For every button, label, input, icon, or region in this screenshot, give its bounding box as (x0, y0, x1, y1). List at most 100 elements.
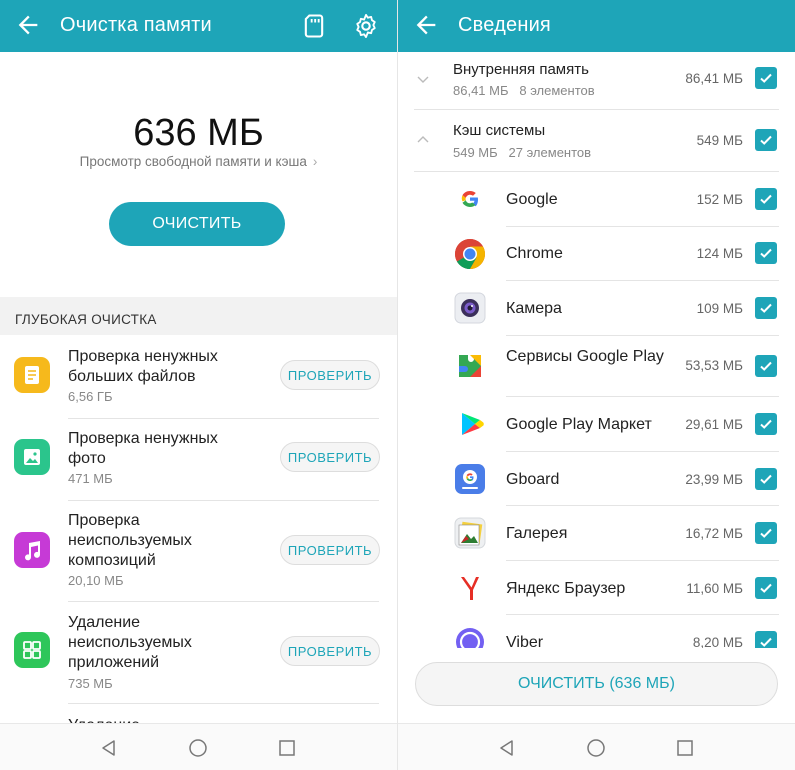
app-name: Сервисы Google Play (506, 348, 664, 365)
app-row-camera[interactable]: Камера 109 МБ (398, 281, 795, 335)
checkmark-icon (760, 528, 772, 538)
app-row-play-services[interactable]: Сервисы Google Play 53,53 МБ (398, 336, 795, 396)
app-size: 109 МБ (696, 301, 743, 316)
group-size: 86,41 МБ (685, 71, 743, 86)
chrome-icon (455, 238, 486, 269)
app-name: Google (506, 191, 558, 208)
app-row-google[interactable]: Google 152 МБ (398, 172, 795, 226)
nav-recents-icon[interactable] (277, 738, 297, 758)
app-name: Галерея (506, 525, 568, 542)
deep-clean-item-large-files[interactable]: Проверка ненужных больших файлов 6,56 ГБ… (0, 335, 397, 419)
item-size: 20,10 МБ (68, 573, 124, 588)
screen-title: Сведения (458, 14, 551, 36)
app-checkbox[interactable] (755, 468, 777, 490)
checkmark-icon (760, 248, 772, 258)
app-name: Chrome (506, 245, 563, 262)
item-size: 471 МБ (68, 471, 113, 486)
system-nav-bar (0, 723, 397, 770)
group-internal-storage[interactable]: Внутренняя память 86,41 МБ 8 элементов 8… (398, 52, 795, 112)
cleanable-size: 636 МБ (133, 112, 264, 154)
chevron-up-icon[interactable] (416, 133, 430, 147)
checkmark-icon (760, 194, 772, 204)
apps-icon (14, 632, 50, 668)
deep-clean-item-photos[interactable]: Проверка ненужных фото 471 МБ ПРОВЕРИТЬ (0, 419, 397, 501)
group-meta: 86,41 МБ 8 элементов (453, 83, 595, 98)
app-row-play-store[interactable]: Google Play Маркет 29,61 МБ (398, 397, 795, 451)
app-checkbox[interactable] (755, 297, 777, 319)
deep-clean-item-apps[interactable]: Удаление неиспользуемых приложений 735 М… (0, 602, 397, 704)
item-title: Удаление неиспользуемых приложений (68, 614, 192, 671)
app-name: Gboard (506, 471, 560, 488)
document-icon (14, 357, 50, 393)
item-title: Проверка неиспользуемых композиций (68, 512, 192, 569)
item-title: Проверка ненужных больших файлов (68, 348, 218, 385)
app-name: Google Play Маркет (506, 416, 652, 433)
storage-cleaner-screen: Очистка памяти 636 МБ Просмотр свободной… (0, 0, 397, 770)
app-size: 152 МБ (696, 192, 743, 207)
group-checkbox[interactable] (755, 67, 777, 89)
checkmark-icon (760, 361, 772, 371)
chevron-right-icon: › (312, 154, 318, 169)
app-size: 11,60 МБ (686, 581, 743, 596)
system-nav-bar (398, 723, 795, 770)
nav-back-icon[interactable] (99, 738, 119, 758)
app-checkbox[interactable] (755, 577, 777, 599)
app-checkbox[interactable] (755, 188, 777, 210)
app-size: 124 МБ (696, 246, 743, 261)
photo-icon (14, 439, 50, 475)
group-name: Кэш системы (453, 122, 546, 139)
nav-back-icon[interactable] (497, 738, 517, 758)
app-checkbox[interactable] (755, 355, 777, 377)
divider (414, 109, 779, 110)
app-bar: Сведения (398, 0, 795, 52)
screen-title: Очистка памяти (60, 14, 212, 36)
sd-card-icon[interactable] (300, 12, 328, 40)
check-button[interactable]: ПРОВЕРИТЬ (280, 442, 380, 472)
nav-home-icon[interactable] (586, 738, 606, 758)
view-storage-label: Просмотр свободной памяти и кэша (79, 154, 307, 169)
checkmark-icon (760, 474, 772, 484)
gallery-icon (454, 517, 486, 549)
app-bar: Очистка памяти (0, 0, 397, 52)
back-arrow-icon[interactable] (14, 11, 42, 39)
checkmark-icon (760, 303, 772, 313)
view-storage-link[interactable]: Просмотр свободной памяти и кэша › (0, 154, 397, 169)
app-row-gallery[interactable]: Галерея 16,72 МБ (398, 506, 795, 560)
check-button[interactable]: ПРОВЕРИТЬ (280, 636, 380, 666)
camera-icon (454, 292, 486, 324)
app-checkbox[interactable] (755, 413, 777, 435)
group-meta-count: 27 элементов (508, 145, 592, 160)
play-store-icon (462, 413, 484, 435)
app-checkbox[interactable] (755, 242, 777, 264)
group-name: Внутренняя память (453, 61, 589, 78)
group-meta-size: 549 МБ (453, 145, 498, 160)
clean-button[interactable]: ОЧИСТИТЬ (109, 202, 285, 246)
nav-recents-icon[interactable] (675, 738, 695, 758)
group-checkbox[interactable] (755, 129, 777, 151)
nav-home-icon[interactable] (188, 738, 208, 758)
deep-clean-header: ГЛУБОКАЯ ОЧИСТКА (0, 297, 397, 335)
app-row-gboard[interactable]: Gboard 23,99 МБ (398, 452, 795, 506)
app-size: 53,53 МБ (685, 358, 743, 373)
checkmark-icon (760, 73, 772, 83)
group-size: 549 МБ (696, 133, 743, 148)
item-title: Проверка ненужных фото (68, 430, 218, 467)
app-checkbox[interactable] (755, 522, 777, 544)
group-system-cache[interactable]: Кэш системы 549 МБ 27 элементов 549 МБ (398, 111, 795, 171)
app-row-chrome[interactable]: Chrome 124 МБ (398, 227, 795, 281)
play-services-icon (459, 355, 481, 377)
deep-clean-item-music[interactable]: Проверка неиспользуемых композиций 20,10… (0, 501, 397, 602)
check-button[interactable]: ПРОВЕРИТЬ (280, 535, 380, 565)
gear-icon[interactable] (352, 12, 380, 40)
checkmark-icon (760, 583, 772, 593)
check-button[interactable]: ПРОВЕРИТЬ (280, 360, 380, 390)
item-size: 6,56 ГБ (68, 389, 113, 404)
gboard-icon (455, 464, 485, 494)
checkmark-icon (760, 135, 772, 145)
checkmark-icon (760, 419, 772, 429)
clean-selected-button[interactable]: ОЧИСТИТЬ (636 МБ) (415, 662, 778, 706)
music-icon (14, 532, 50, 568)
back-arrow-icon[interactable] (412, 11, 440, 39)
app-row-yandex-browser[interactable]: Яндекс Браузер 11,60 МБ (398, 561, 795, 615)
chevron-down-icon[interactable] (416, 72, 430, 86)
